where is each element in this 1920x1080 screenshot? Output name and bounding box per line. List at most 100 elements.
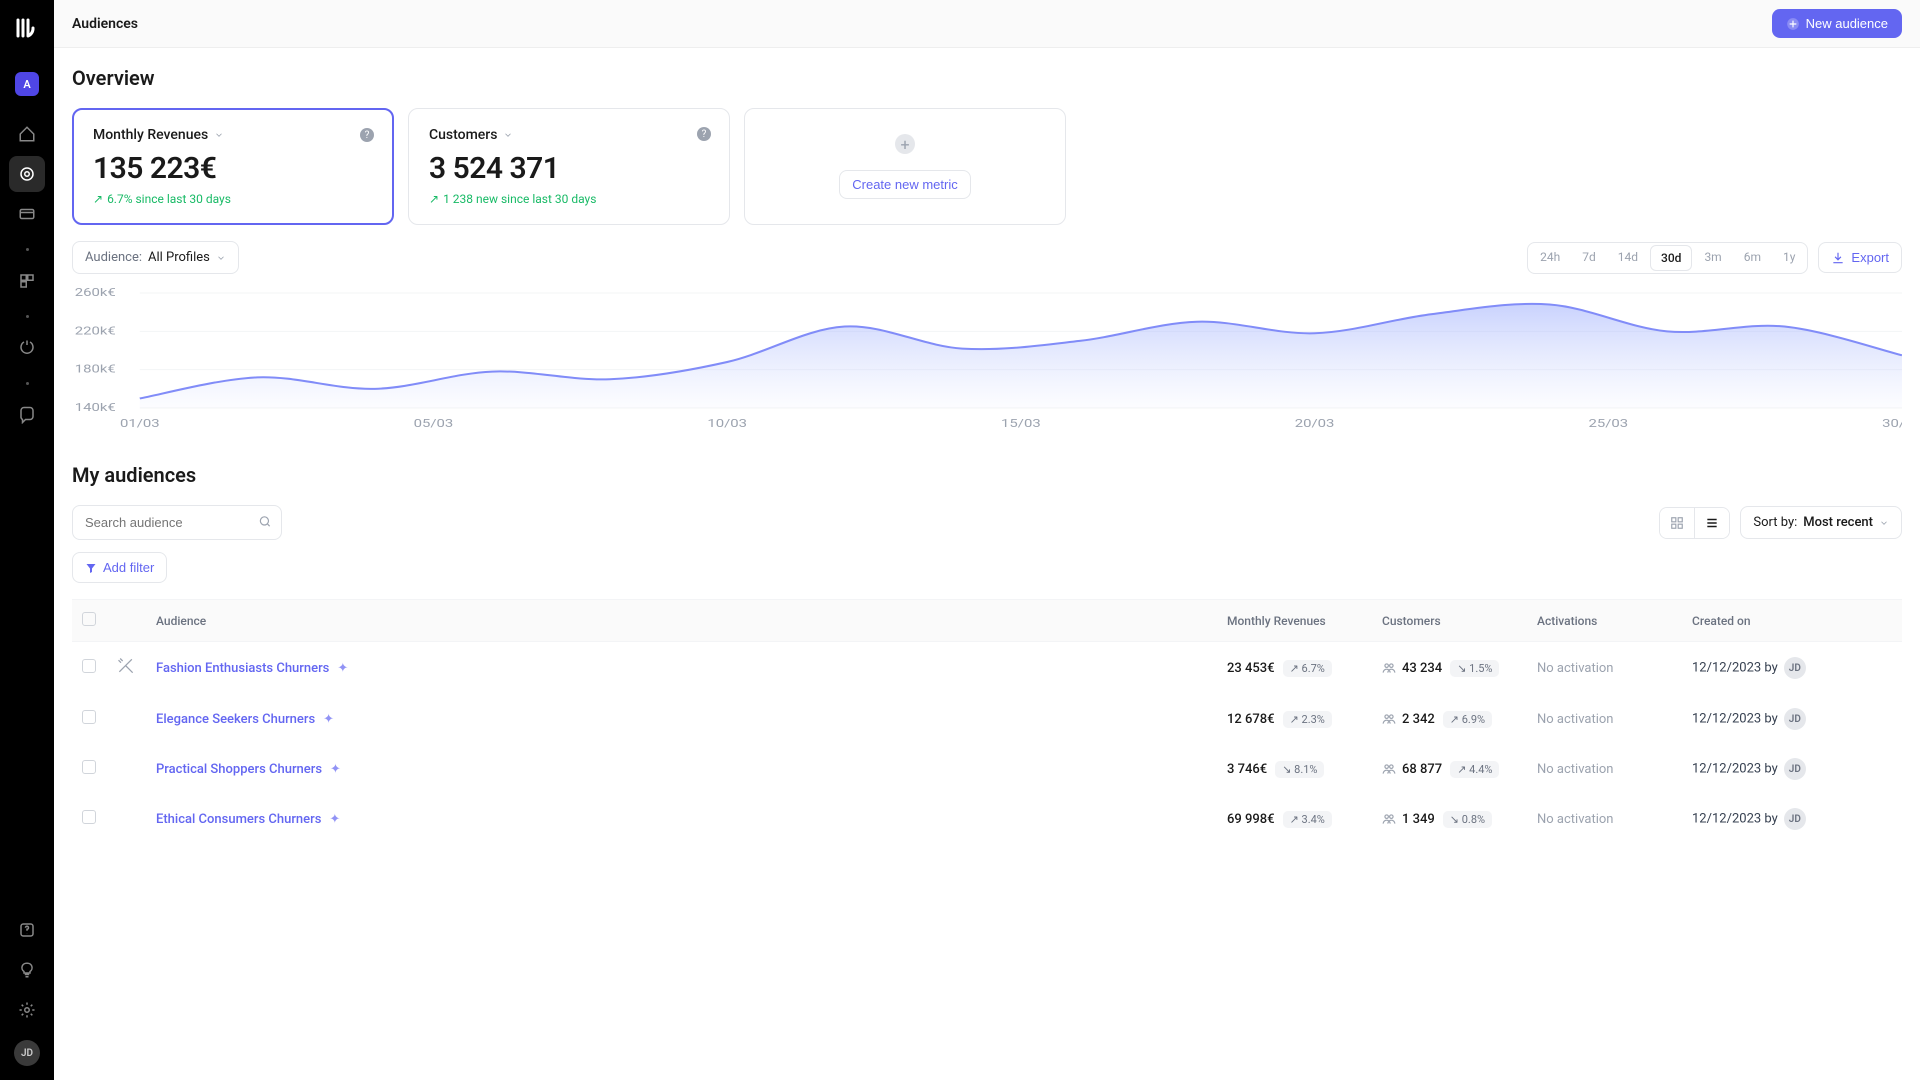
metric-trend: ↗ 6.7% since last 30 days (93, 192, 373, 206)
svg-text:220k€: 220k€ (75, 325, 116, 338)
nav-separator (26, 382, 29, 385)
col-customers: Customers (1372, 600, 1527, 642)
nav-home[interactable] (9, 116, 45, 152)
trend-up-icon: ↗ (429, 192, 439, 206)
revenue-value: 3 746€ (1227, 762, 1267, 777)
creator-avatar: JD (1784, 758, 1806, 780)
customers-trend-pill: ↘ 1.5% (1450, 660, 1499, 677)
plus-icon: + (895, 134, 915, 154)
activation-status: No activation (1537, 661, 1613, 676)
metric-label: Customers (429, 127, 497, 143)
export-button[interactable]: Export (1818, 242, 1902, 273)
row-checkbox[interactable] (82, 810, 96, 824)
period-tab-7d[interactable]: 7d (1572, 245, 1606, 271)
svg-text:10/03: 10/03 (707, 418, 747, 431)
filter-icon (85, 562, 97, 574)
table-row: Fashion Enthusiasts Churners ✦ 23 453€↗ … (72, 642, 1902, 695)
grid-icon (1670, 516, 1684, 530)
metric-value: 135 223€ (93, 151, 373, 186)
col-created: Created on (1682, 600, 1902, 642)
row-checkbox[interactable] (82, 659, 96, 673)
overview-title: Overview (72, 66, 1902, 90)
nav-separator (26, 248, 29, 251)
grid-view-button[interactable] (1660, 508, 1694, 538)
chevron-down-icon (503, 130, 513, 140)
period-tab-30d[interactable]: 30d (1650, 245, 1692, 271)
metric-card-revenues[interactable]: Monthly Revenues ? 135 223€ ↗ 6.7% since… (72, 108, 394, 225)
activation-status: No activation (1537, 712, 1613, 727)
audience-filter-select[interactable]: Audience: All Profiles (72, 241, 239, 274)
search-input[interactable] (72, 505, 282, 540)
nav-segments[interactable] (9, 196, 45, 232)
create-metric-button[interactable]: Create new metric (839, 170, 970, 199)
table-row: Ethical Consumers Churners ✦ 69 998€↗ 3.… (72, 794, 1902, 844)
nav-help[interactable] (9, 912, 45, 948)
list-view-button[interactable] (1694, 508, 1729, 538)
metric-value: 3 524 371 (429, 151, 709, 186)
audience-icon (116, 665, 136, 680)
customers-trend-pill: ↘ 0.8% (1443, 811, 1492, 828)
customers-trend-pill: ↗ 6.9% (1443, 711, 1492, 728)
created-date: 12/12/2023 by (1692, 761, 1778, 776)
audience-name-link[interactable]: Practical Shoppers Churners ✦ (156, 762, 341, 777)
chevron-down-icon (1879, 518, 1889, 528)
table-row: Elegance Seekers Churners ✦ 12 678€↗ 2.3… (72, 694, 1902, 744)
svg-text:05/03: 05/03 (414, 418, 454, 431)
svg-text:01/03: 01/03 (120, 418, 160, 431)
page-title: Audiences (72, 16, 138, 32)
nav-activations[interactable] (9, 330, 45, 366)
audience-name-link[interactable]: Fashion Enthusiasts Churners ✦ (156, 661, 348, 676)
svg-text:180k€: 180k€ (75, 363, 116, 376)
svg-text:140k€: 140k€ (75, 402, 116, 415)
nav-analytics[interactable] (9, 263, 45, 299)
sort-select[interactable]: Sort by: Most recent (1740, 506, 1902, 539)
revenue-value: 69 998€ (1227, 812, 1275, 827)
audience-name-link[interactable]: Ethical Consumers Churners ✦ (156, 812, 340, 827)
audience-name-link[interactable]: Elegance Seekers Churners ✦ (156, 712, 334, 727)
created-date: 12/12/2023 by (1692, 660, 1778, 675)
people-icon (1382, 812, 1396, 826)
sparkle-icon: ✦ (329, 812, 340, 827)
plus-circle-icon (1786, 17, 1800, 31)
chart-toolbar: Audience: All Profiles 24h7d14d30d3m6m1y… (72, 241, 1902, 274)
user-avatar[interactable]: JD (14, 1040, 40, 1066)
help-icon[interactable]: ? (360, 128, 374, 142)
svg-text:30/03: 30/03 (1882, 418, 1902, 431)
creator-avatar: JD (1784, 808, 1806, 830)
sidebar: A JD (0, 0, 54, 1080)
people-icon (1382, 661, 1396, 675)
view-toggle (1659, 507, 1730, 539)
nav-audiences[interactable] (9, 156, 45, 192)
metric-trend: ↗ 1 238 new since last 30 days (429, 192, 709, 206)
creator-avatar: JD (1784, 657, 1806, 679)
period-tab-24h[interactable]: 24h (1530, 245, 1570, 271)
new-audience-button[interactable]: New audience (1772, 9, 1902, 38)
period-tab-3m[interactable]: 3m (1694, 245, 1731, 271)
revenue-value: 12 678€ (1227, 712, 1275, 727)
workspace-badge[interactable]: A (15, 72, 39, 96)
download-icon (1831, 251, 1845, 265)
row-checkbox[interactable] (82, 710, 96, 724)
nav-ideas[interactable] (9, 952, 45, 988)
period-tabs: 24h7d14d30d3m6m1y (1527, 242, 1808, 274)
activation-status: No activation (1537, 762, 1613, 777)
customers-value: 68 877 (1402, 762, 1442, 777)
chevron-down-icon (216, 253, 226, 263)
metric-card-customers[interactable]: Customers ? 3 524 371 ↗ 1 238 new since … (408, 108, 730, 225)
add-filter-button[interactable]: Add filter (72, 552, 167, 583)
period-tab-14d[interactable]: 14d (1608, 245, 1648, 271)
help-icon[interactable]: ? (697, 127, 711, 141)
new-audience-label: New audience (1806, 16, 1888, 31)
row-checkbox[interactable] (82, 760, 96, 774)
period-tab-6m[interactable]: 6m (1734, 245, 1771, 271)
app-logo (13, 14, 41, 42)
nav-messages[interactable] (9, 397, 45, 433)
select-all-checkbox[interactable] (82, 612, 96, 626)
nav-settings[interactable] (9, 992, 45, 1028)
customers-value: 2 342 (1402, 712, 1435, 727)
trend-up-icon: ↗ (93, 192, 103, 206)
revenue-chart: 140k€180k€220k€260k€01/0305/0310/0315/03… (72, 288, 1902, 433)
period-tab-1y[interactable]: 1y (1773, 245, 1805, 271)
svg-text:25/03: 25/03 (1588, 418, 1628, 431)
table-row: Practical Shoppers Churners ✦ 3 746€↘ 8.… (72, 744, 1902, 794)
